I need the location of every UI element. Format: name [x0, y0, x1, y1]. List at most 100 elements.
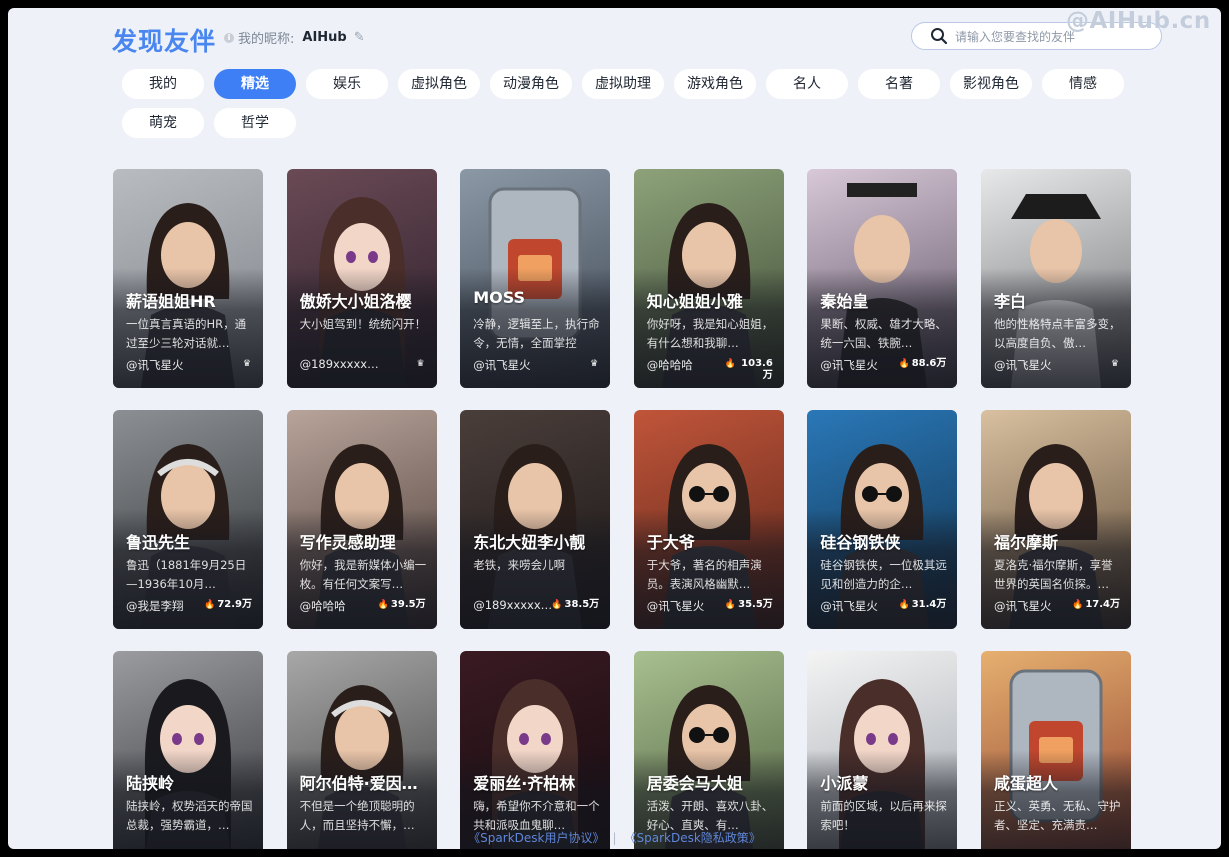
companion-card[interactable]: 傲娇大小姐洛樱大小姐驾到！统统闪开！ @189xxxxx… ♛: [286, 169, 437, 388]
tab-3[interactable]: 虚拟角色: [398, 69, 480, 99]
popularity-stat: 🔥 38.5万: [551, 599, 599, 611]
flame-icon: 🔥: [898, 600, 910, 610]
card-author: @讯飞星火: [820, 599, 878, 613]
card-author: @哈哈哈: [299, 599, 346, 613]
companion-card[interactable]: 阿尔伯特·爱因… 不但是一个绝顶聪明的人，而且坚持不懈，…: [286, 651, 437, 849]
flame-icon: 🔥: [898, 359, 910, 369]
card-name: 秦始皇: [820, 292, 869, 311]
card-name: 阿尔伯特·爱因…: [299, 774, 418, 793]
flame-icon: 🔥: [1072, 600, 1084, 610]
popularity-stat: 🔥 103.6万: [725, 358, 773, 382]
companion-card[interactable]: 于大爷于大爷，著名的相声演员。表演风格幽默… @讯飞星火 🔥 35.5万: [633, 410, 784, 629]
popularity-value: 35.5万: [738, 599, 773, 610]
card-description: 冷静，逻辑至上，执行命令，无情，全面掌控: [473, 317, 600, 350]
card-description: 大小姐驾到！统统闪开！: [299, 317, 427, 331]
popularity-stat: 🔥 39.5万: [378, 599, 426, 611]
card-name: 福尔摩斯: [994, 533, 1059, 552]
flame-icon: 🔥: [724, 359, 737, 369]
companion-card[interactable]: MOSS 冷静，逻辑至上，执行命令，无情，全面掌控 @讯飞星火 ♛: [460, 169, 611, 388]
flame-icon: 🔥: [724, 600, 737, 610]
card-description: 老铁，来唠会儿啊: [473, 558, 566, 572]
footer: 《SparkDesk用户协议》 | 《SparkDesk隐私政策》: [8, 829, 1221, 846]
card-name: 李白: [994, 292, 1027, 311]
card-author: @哈哈哈: [646, 358, 693, 372]
privacy-policy-link[interactable]: 《SparkDesk隐私政策》: [625, 831, 761, 845]
card-name: 爱丽丝·齐柏林: [473, 774, 576, 793]
tab-1[interactable]: 精选: [214, 69, 296, 99]
card-author: @讯飞星火: [646, 599, 705, 613]
nickname-value: AIHub: [302, 30, 347, 45]
crown-icon: ♛: [590, 359, 599, 369]
card-description: 你好呀，我是知心姐姐，有什么想和我聊…: [646, 317, 774, 350]
card-author: @讯飞星火: [994, 599, 1052, 613]
tab-9[interactable]: 影视角色: [950, 69, 1032, 99]
crown-icon: ♛: [1110, 359, 1119, 369]
companion-card[interactable]: 李白 他的性格特点丰富多变，以高度自负、傲… @讯飞星火 ♛: [981, 169, 1131, 388]
card-name: MOSS: [473, 288, 526, 307]
companion-card[interactable]: 知心姐姐小雅 你好呀，我是知心姐姐，有什么想和我聊… @哈哈哈 🔥 103.6万: [633, 169, 784, 388]
card-description: 鲁迅（1881年9月25日—1936年10月…: [126, 558, 247, 591]
companion-card[interactable]: 福尔摩斯夏洛克·福尔摩斯，享誉世界的英国名侦探。… @讯飞星火 🔥 17.4万: [981, 410, 1131, 629]
nickname-label: 我的昵称:: [238, 32, 295, 47]
info-icon: i: [224, 32, 234, 43]
app-frame: 发现友伴 i 我的昵称: AIHub ✎ 请输入您要查找的友伴 @AIHub.c…: [8, 8, 1221, 849]
companion-card[interactable]: 咸蛋超人 正义、英勇、无私、守护者、坚定、充满责…: [981, 651, 1131, 849]
card-description: 果断、权威、雄才大略、统一六国、铁腕…: [820, 317, 947, 350]
companion-card[interactable]: 爱丽丝·齐柏林 嗨，希望你不介意和一个共和派吸血鬼聊…: [460, 651, 611, 849]
card-author: @讯飞星火: [994, 358, 1052, 372]
companion-card[interactable]: 硅谷钢铁侠硅谷钢铁侠，一位极其远见和创造力的企… @讯飞星火 🔥 31.4万: [807, 410, 958, 629]
companion-card[interactable]: 薪语姐姐HR 一位真言真语的HR，通过至少三轮对话就… @讯飞星火 ♛: [113, 169, 263, 388]
tab-4[interactable]: 动漫角色: [490, 69, 572, 99]
popularity-stat: 🔥 35.5万: [725, 599, 773, 611]
companion-card[interactable]: 鲁迅先生 鲁迅（1881年9月25日—1936年10月… @我是李翔 🔥 72.9万: [113, 410, 263, 629]
card-name: 写作灵感助理: [299, 533, 396, 552]
popularity-value: 31.4万: [911, 599, 947, 610]
companion-card[interactable]: 陆挟岭 陆挟岭，权势滔天的帝国总裁，强势霸道，…: [113, 651, 263, 849]
tab-8[interactable]: 名著: [858, 69, 940, 99]
companion-card[interactable]: 小派蒙 前面的区域，以后再来探索吧！: [807, 651, 958, 849]
card-author: @讯飞星火: [126, 358, 184, 372]
popularity-stat: 🔥 72.9万: [204, 599, 252, 611]
popularity-stat: 🔥 88.6万: [898, 358, 946, 370]
page-title: 发现友伴: [112, 27, 217, 56]
tab-6[interactable]: 游戏角色: [674, 69, 756, 99]
companion-card[interactable]: 东北大妞李小靓 老铁，来唠会儿啊 @189xxxxx… 🔥 38.5万: [460, 410, 611, 629]
card-description: 你好，我是新媒体小编一枚。有任何文案写…: [299, 558, 427, 591]
card-name: 硅谷钢铁侠: [820, 533, 901, 552]
tab-12[interactable]: 哲学: [214, 108, 296, 138]
edit-pencil-icon[interactable]: ✎: [354, 30, 365, 45]
popularity-value: 17.4万: [1085, 599, 1120, 610]
tab-10[interactable]: 情感: [1042, 69, 1124, 99]
card-description: 于大爷，著名的相声演员。表演风格幽默…: [646, 558, 762, 591]
tab-11[interactable]: 萌宠: [122, 108, 204, 138]
card-name: 薪语姐姐HR: [126, 292, 216, 311]
popularity-value: 72.9万: [217, 599, 252, 610]
card-name: 傲娇大小姐洛樱: [299, 292, 412, 311]
popularity-stat: 🔥 31.4万: [898, 599, 946, 611]
flame-icon: 🔥: [204, 600, 216, 610]
watermark: @AIHub.cn: [1066, 8, 1211, 34]
flame-icon: 🔥: [377, 600, 389, 610]
card-description: 硅谷钢铁侠，一位极其远见和创造力的企…: [820, 558, 947, 591]
companion-card[interactable]: 居委会马大姐 活泼、开朗、喜欢八卦、好心、直爽、有…: [633, 651, 784, 849]
tab-0[interactable]: 我的: [122, 69, 204, 99]
card-name: 咸蛋超人: [994, 774, 1059, 793]
card-author: @189xxxxx…: [473, 598, 553, 612]
companion-card[interactable]: 写作灵感助理你好，我是新媒体小编一枚。有任何文案写… @哈哈哈 🔥 39.5万: [286, 410, 437, 629]
card-description: 夏洛克·福尔摩斯，享誉世界的英国名侦探。…: [994, 558, 1113, 591]
card-name: 小派蒙: [820, 774, 869, 793]
user-agreement-link[interactable]: 《SparkDesk用户协议》: [468, 831, 604, 845]
tab-7[interactable]: 名人: [766, 69, 848, 99]
tab-5[interactable]: 虚拟助理: [582, 69, 664, 99]
tab-2[interactable]: 娱乐: [306, 69, 388, 99]
card-name: 陆挟岭: [126, 774, 175, 793]
nickname-row: i 我的昵称: AIHub ✎: [224, 28, 365, 47]
search-icon: [931, 28, 948, 45]
companion-card[interactable]: 秦始皇 果断、权威、雄才大略、统一六国、铁腕… @讯飞星火 🔥 88.6万: [807, 169, 958, 388]
crown-icon: ♛: [416, 359, 425, 369]
card-author: @189xxxxx…: [299, 357, 379, 371]
card-author: @我是李翔: [126, 599, 184, 613]
crown-icon: ♛: [242, 359, 251, 369]
popularity-value: 39.5万: [390, 599, 426, 610]
card-name: 于大爷: [646, 533, 695, 552]
